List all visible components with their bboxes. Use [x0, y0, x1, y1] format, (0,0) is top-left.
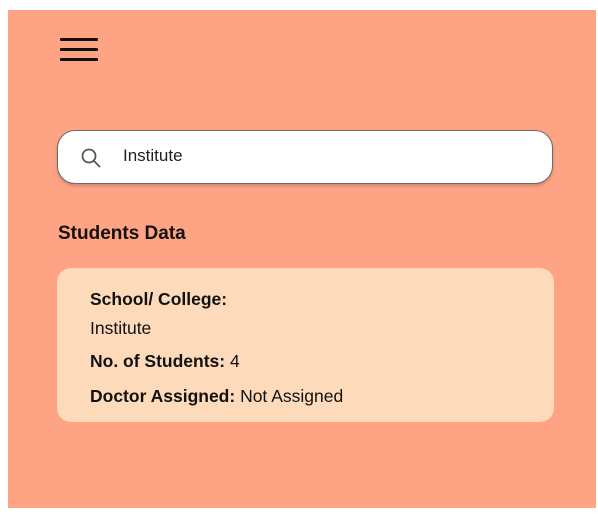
- section-title: Students Data: [58, 223, 186, 244]
- doctor-assigned-label: Doctor Assigned:: [90, 386, 236, 406]
- menu-bar: [60, 58, 98, 61]
- students-count-row: No. of Students: 4: [90, 351, 240, 372]
- school-label: School/ College:: [90, 289, 227, 310]
- menu-bar: [60, 48, 98, 51]
- doctor-assigned-row: Doctor Assigned: Not Assigned: [90, 386, 343, 407]
- doctor-assigned-value: Not Assigned: [235, 386, 344, 406]
- hamburger-menu-icon[interactable]: [60, 38, 98, 66]
- students-count-label: No. of Students:: [90, 351, 226, 371]
- search-icon[interactable]: [80, 147, 102, 169]
- school-value: Institute: [90, 318, 152, 338]
- search-input[interactable]: [123, 141, 523, 171]
- school-label-text: School/ College:: [90, 289, 228, 309]
- menu-bar: [60, 38, 98, 41]
- students-count-value: 4: [225, 351, 240, 371]
- student-data-card[interactable]: School/ College: Institute No. of Studen…: [57, 268, 554, 422]
- search-bar[interactable]: [57, 130, 553, 184]
- app-screen: Students Data School/ College: Institute…: [8, 10, 596, 508]
